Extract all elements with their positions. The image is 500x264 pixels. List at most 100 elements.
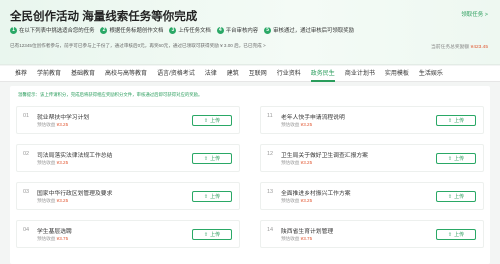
tab[interactable]: 实用模板 bbox=[380, 66, 414, 82]
step-number-icon: 4 bbox=[216, 26, 224, 34]
task-number: 11 bbox=[267, 113, 273, 119]
task-number: 14 bbox=[267, 227, 274, 233]
header: 全民创作活动 海量线索任务等你完成 领取任务 > 1 在以下列表中挑选适合您的任务… bbox=[0, 0, 500, 65]
upload-button[interactable]: ⇧ 上传 bbox=[436, 115, 476, 126]
step: 5 审核通过，通过审核后可领取奖励 bbox=[264, 26, 354, 34]
tab[interactable]: 行业资料 bbox=[272, 66, 306, 82]
total-reward: 当前任务总奖励额 ¥423.45 bbox=[431, 43, 488, 50]
step-number-icon: 1 bbox=[10, 26, 17, 34]
tab[interactable]: 学前教育 bbox=[32, 66, 66, 82]
more-link[interactable]: 领取任务 > bbox=[461, 10, 488, 18]
upload-button[interactable]: ⇧ 上传 bbox=[192, 115, 232, 126]
tab[interactable]: 法律 bbox=[200, 66, 222, 82]
task-title: 国家中华行政区划管理及要求 bbox=[37, 191, 113, 197]
step-number-icon: 5 bbox=[264, 26, 272, 34]
reward-label: 预估收益 bbox=[281, 122, 301, 127]
task-title: 全面推进乡村振兴工作方案 bbox=[281, 191, 351, 197]
task-card[interactable]: 14 陕西省生育计划管理 预估收益 ¥3.75 ⇧ 上传 bbox=[260, 220, 484, 248]
task-reward: 预估收益 ¥3.25 bbox=[281, 160, 312, 166]
page-title: 全民创作活动 海量线索任务等你完成 bbox=[10, 11, 198, 23]
reward-label: 预估收益 bbox=[37, 160, 57, 165]
task-reward: 预估收益 ¥3.25 bbox=[37, 198, 68, 204]
upload-button[interactable]: ⇧ 上传 bbox=[192, 153, 232, 164]
upload-icon: ⇧ bbox=[203, 232, 209, 238]
task-reward: 预估收益 ¥3.25 bbox=[37, 122, 68, 128]
upload-label: 上传 bbox=[454, 232, 465, 238]
reward-label: 预估收益 bbox=[281, 160, 301, 165]
upload-button[interactable]: ⇧ 上传 bbox=[192, 191, 232, 202]
reward-label: 预估收益 bbox=[37, 236, 57, 241]
upload-label: 上传 bbox=[454, 156, 465, 162]
task-reward: 预估收益 ¥3.25 bbox=[37, 160, 68, 166]
tab[interactable]: 基础教育 bbox=[66, 66, 100, 82]
task-number: 03 bbox=[23, 189, 30, 195]
upload-icon: ⇧ bbox=[447, 118, 453, 124]
reward-label: 预估收益 bbox=[37, 122, 57, 127]
task-title: 卫生局关于做好卫生调查汇报方案 bbox=[281, 153, 368, 159]
upload-icon: ⇧ bbox=[203, 194, 209, 200]
task-card[interactable]: 11 老年人快手申请流程说明 预估收益 ¥3.25 ⇧ 上传 bbox=[260, 106, 484, 134]
upload-button[interactable]: ⇧ 上传 bbox=[436, 153, 476, 164]
step-label: 审核通过，通过审核后可领取奖励 bbox=[273, 28, 354, 34]
upload-button[interactable]: ⇧ 上传 bbox=[436, 191, 476, 202]
reward-amount: ¥3.25 bbox=[56, 198, 69, 203]
upload-button[interactable]: ⇧ 上传 bbox=[436, 229, 476, 240]
task-number: 13 bbox=[267, 189, 274, 195]
upload-button[interactable]: ⇧ 上传 bbox=[192, 229, 232, 240]
task-title: 老年人快手申请流程说明 bbox=[281, 115, 345, 121]
total-reward-amount: ¥423.45 bbox=[470, 45, 488, 50]
tab[interactable]: 互联网 bbox=[244, 66, 272, 82]
task-card[interactable]: 04 学生基层选聘 预估收益 ¥3.75 ⇧ 上传 bbox=[16, 220, 240, 248]
upload-label: 上传 bbox=[210, 156, 221, 162]
upload-icon: ⇧ bbox=[203, 118, 209, 124]
tab-active[interactable]: 政务民生 bbox=[306, 66, 340, 82]
task-number: 12 bbox=[267, 151, 274, 157]
upload-label: 上传 bbox=[454, 194, 465, 200]
reward-amount: ¥3.25 bbox=[56, 160, 69, 165]
upload-label: 上传 bbox=[210, 194, 221, 200]
reward-amount: ¥3.25 bbox=[300, 160, 313, 165]
tab[interactable]: 高校与高等教育 bbox=[100, 66, 152, 82]
upload-icon: ⇧ bbox=[447, 194, 453, 200]
tab[interactable]: 生活娱乐 bbox=[414, 66, 448, 82]
step-label: 平台审核内容 bbox=[225, 28, 259, 34]
reward-amount: ¥3.25 bbox=[300, 122, 313, 127]
reward-label: 预估收益 bbox=[37, 198, 57, 203]
task-card[interactable]: 13 全面推进乡村振兴工作方案 预估收益 ¥3.25 ⇧ 上传 bbox=[260, 182, 484, 210]
tab[interactable]: 语言/资格考试 bbox=[152, 66, 200, 82]
upload-label: 上传 bbox=[454, 118, 465, 124]
steps: 1 在以下列表中挑选适合您的任务 2 根据任务标题创作文档 3 上传任务文档 4 平台审… bbox=[10, 26, 354, 34]
reward-amount: ¥3.25 bbox=[300, 198, 313, 203]
participation-note: 已有12345位创作者参与，前手可已参与上千份了，通过审核后0元，再奖60元，通… bbox=[10, 43, 266, 48]
upload-label: 上传 bbox=[210, 118, 221, 124]
task-number: 02 bbox=[23, 151, 30, 157]
reward-label: 预估收益 bbox=[281, 198, 301, 203]
step-label: 上传任务文档 bbox=[178, 28, 211, 34]
step-label: 在以下列表中挑选适合您的任务 bbox=[19, 28, 95, 34]
step-number-icon: 2 bbox=[100, 26, 108, 34]
step-number-icon: 3 bbox=[169, 26, 177, 34]
upload-label: 上传 bbox=[210, 232, 221, 238]
step: 2 根据任务标题创作文档 bbox=[100, 26, 163, 34]
reward-label: 预估收益 bbox=[281, 236, 301, 241]
step: 3 上传任务文档 bbox=[169, 26, 211, 34]
task-title: 学生基层选聘 bbox=[37, 229, 72, 235]
tab[interactable]: 推荐 bbox=[10, 66, 32, 82]
reward-amount: ¥3.75 bbox=[300, 236, 313, 241]
total-reward-label: 当前任务总奖励额 bbox=[430, 45, 471, 50]
task-list-panel: 温馨提示：该上传请积分，完成后将获得相应奖励积分文件，审核通过后即可获得对应的奖… bbox=[10, 86, 490, 264]
task-number: 01 bbox=[23, 113, 30, 119]
task-card[interactable]: 01 就业帮扶中学习计划 预估收益 ¥3.25 ⇧ 上传 bbox=[16, 106, 240, 134]
upload-icon: ⇧ bbox=[447, 156, 453, 162]
upload-icon: ⇧ bbox=[203, 156, 209, 162]
reward-amount: ¥3.75 bbox=[56, 236, 69, 241]
task-card[interactable]: 02 司法局落实法律法规工作总结 预估收益 ¥3.25 ⇧ 上传 bbox=[16, 144, 240, 172]
step-label: 根据任务标题创作文档 bbox=[109, 28, 164, 34]
task-number: 04 bbox=[23, 227, 30, 233]
task-card[interactable]: 03 国家中华行政区划管理及要求 预估收益 ¥3.25 ⇧ 上传 bbox=[16, 182, 240, 210]
tip-text: 温馨提示：该上传请积分，完成后将获得相应奖励积分文件，审核通过后即可获得对应的奖… bbox=[18, 92, 203, 97]
tab[interactable]: 商业计划书 bbox=[340, 66, 380, 82]
task-reward: 预估收益 ¥3.25 bbox=[281, 198, 312, 204]
task-card[interactable]: 12 卫生局关于做好卫生调查汇报方案 预估收益 ¥3.25 ⇧ 上传 bbox=[260, 144, 484, 172]
tab[interactable]: 建筑 bbox=[222, 66, 244, 82]
